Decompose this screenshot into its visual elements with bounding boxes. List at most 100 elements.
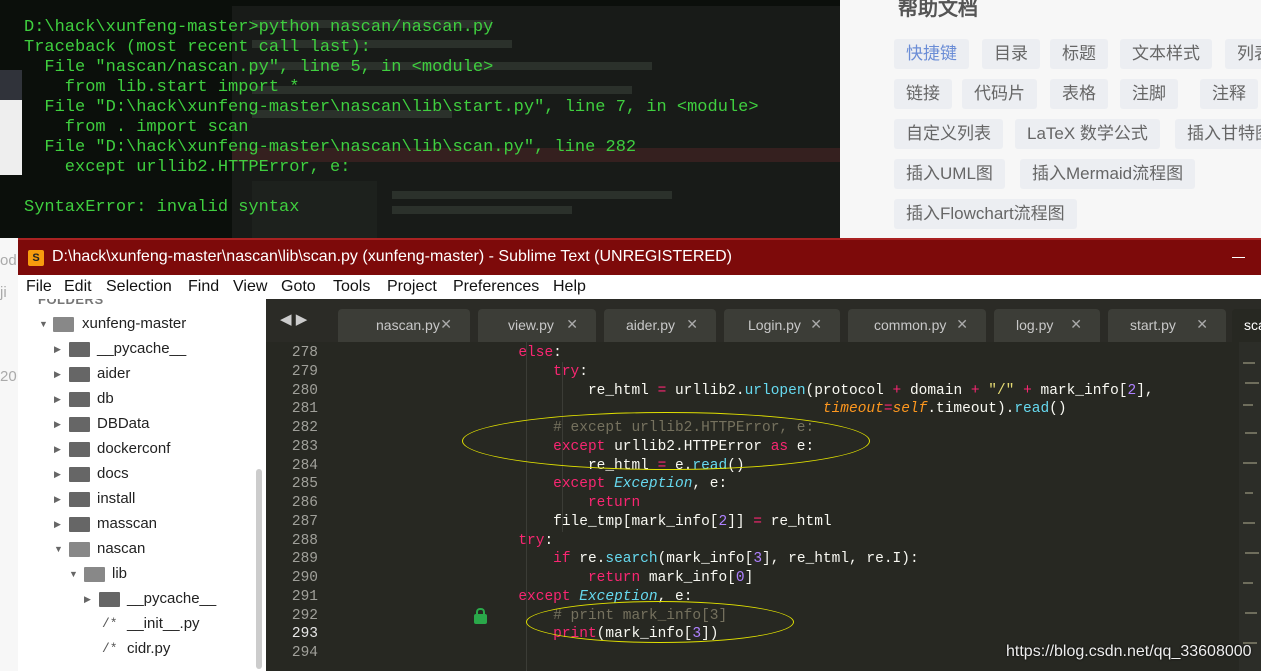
help-tag[interactable]: 链接 [894, 79, 952, 109]
menu-file[interactable]: File [26, 278, 52, 296]
collapsed-arrow-icon[interactable]: ▶ [54, 387, 64, 411]
tree-folder[interactable]: ▶ dockerconf [18, 437, 266, 461]
help-tag[interactable]: 插入UML图 [894, 159, 1005, 189]
tab[interactable]: nascan.py ✕ [338, 309, 470, 342]
tree-file[interactable]: /* cidr.py [18, 637, 266, 661]
help-tag[interactable]: 注脚 [1120, 79, 1178, 109]
code-line: else: [518, 345, 562, 361]
title-bar[interactable]: S D:\hack\xunfeng-master\nascan\lib\scan… [18, 238, 1261, 277]
folder-icon [69, 417, 90, 432]
collapsed-arrow-icon[interactable]: ▶ [54, 487, 64, 511]
collapsed-arrow-icon[interactable]: ▶ [54, 512, 64, 536]
line-number: 294 [291, 645, 318, 661]
help-tag[interactable]: 注释 [1200, 79, 1258, 109]
tab[interactable]: view.py ✕ [478, 309, 596, 342]
folder-icon [69, 492, 90, 507]
watermark-text: https://blog.csdn.net/qq_33608000 [1006, 643, 1252, 660]
help-tag[interactable]: 目录 [982, 39, 1040, 69]
menu-selection[interactable]: Selection [106, 278, 172, 296]
help-tag[interactable]: 自定义列表 [894, 119, 1003, 149]
tree-folder[interactable]: ▶ __pycache__ [18, 337, 266, 361]
tree-folder[interactable]: ▶ masscan [18, 512, 266, 536]
collapsed-arrow-icon[interactable]: ▶ [54, 362, 64, 386]
collapsed-arrow-icon[interactable]: ▶ [54, 462, 64, 486]
menu-find[interactable]: Find [188, 278, 219, 296]
help-tag[interactable]: 插入Mermaid流程图 [1020, 159, 1196, 189]
collapsed-arrow-icon[interactable]: ▶ [84, 587, 94, 611]
collapsed-arrow-icon[interactable]: ▶ [54, 337, 64, 361]
tree-folder[interactable]: ▶ __pycache__ [18, 587, 266, 611]
tree-folder[interactable]: ▶ docs [18, 462, 266, 486]
menu-help[interactable]: Help [553, 278, 586, 296]
folder-open-icon [84, 567, 105, 582]
menu-project[interactable]: Project [387, 278, 437, 296]
terminal-output: D:\hack\xunfeng-master>python nascan/nas… [24, 18, 759, 217]
code-line: file_tmp[mark_info[2]] = re_html [266, 514, 832, 530]
tab-bar: ◀ ▶ nascan.py ✕ view.py ✕ aider.py ✕ Login.… [266, 299, 1261, 342]
code-line: try: [518, 533, 554, 549]
menu-goto[interactable]: Goto [281, 278, 316, 296]
folder-icon [69, 442, 90, 457]
menu-view[interactable]: View [233, 278, 267, 296]
help-tag[interactable]: 标题 [1050, 39, 1108, 69]
tab-active[interactable]: sca [1232, 309, 1261, 342]
folder-open-icon [53, 317, 74, 332]
background-left-strip: od ji 20 [0, 238, 18, 671]
folder-open-icon [69, 542, 90, 557]
folder-icon [69, 517, 90, 532]
tree-folder[interactable]: ▼ nascan [18, 537, 266, 561]
expanded-arrow-icon[interactable]: ▼ [54, 537, 64, 561]
close-tab-icon[interactable]: ✕ [686, 316, 698, 333]
tab[interactable]: start.py ✕ [1108, 309, 1226, 342]
python-file-icon: /* [102, 641, 118, 656]
tree-folder[interactable]: ▶ install [18, 487, 266, 511]
tree-folder[interactable]: ▶ db [18, 387, 266, 411]
code-line: return mark_info[0] [587, 570, 754, 586]
code-line: try: [553, 364, 588, 380]
help-tag[interactable]: 列表 [1225, 39, 1261, 69]
close-tab-icon[interactable]: ✕ [566, 316, 578, 333]
tab[interactable]: common.py ✕ [848, 309, 986, 342]
tab[interactable]: aider.py ✕ [604, 309, 716, 342]
close-tab-icon[interactable]: ✕ [956, 316, 968, 333]
help-tag[interactable]: 代码片 [962, 79, 1037, 109]
close-tab-icon[interactable]: ✕ [440, 316, 452, 333]
code-line: except Exception, e: [553, 476, 728, 492]
menu-preferences[interactable]: Preferences [453, 278, 539, 296]
help-tag[interactable]: 插入甘特图 [1175, 119, 1261, 149]
tree-folder[interactable]: ▼ xunfeng-master [18, 312, 266, 336]
terminal-window: D:\hack\xunfeng-master>python nascan/nas… [0, 0, 840, 238]
help-tag[interactable]: LaTeX 数学公式 [1015, 119, 1160, 149]
help-tag[interactable]: 插入Flowchart流程图 [894, 199, 1077, 229]
close-tab-icon[interactable]: ✕ [1196, 316, 1208, 333]
expanded-arrow-icon[interactable]: ▼ [39, 312, 49, 336]
sidebar-scrollbar[interactable] [256, 469, 262, 669]
close-tab-icon[interactable]: ✕ [810, 316, 822, 333]
tab-nav-arrows-icon[interactable]: ◀ ▶ [280, 310, 307, 328]
minimap[interactable] [1239, 342, 1261, 671]
tab[interactable]: log.py ✕ [994, 309, 1100, 342]
collapsed-arrow-icon[interactable]: ▶ [54, 437, 64, 461]
tree-folder[interactable]: ▶ DBData [18, 412, 266, 436]
tree-folder[interactable]: ▼ lib [18, 562, 266, 586]
background-help-panel: 帮助文档 快捷键 目录 标题 文本样式 列表 链接 代码片 表格 注脚 注释 自… [840, 0, 1261, 240]
help-tag[interactable]: 文本样式 [1120, 39, 1212, 69]
folder-icon [69, 392, 90, 407]
sidebar-header: FOLDERS [38, 299, 104, 307]
help-tag[interactable]: 快捷键 [894, 39, 969, 69]
close-tab-icon[interactable]: ✕ [1070, 316, 1082, 333]
tab[interactable]: Login.py ✕ [724, 309, 840, 342]
help-tag[interactable]: 表格 [1050, 79, 1108, 109]
tree-file[interactable]: /* __init__.py [18, 612, 266, 636]
menu-edit[interactable]: Edit [64, 278, 92, 296]
minimize-icon[interactable] [1232, 257, 1245, 258]
collapsed-arrow-icon[interactable]: ▶ [54, 412, 64, 436]
code-line: re_html = urllib2.urlopen(protocol + dom… [266, 383, 1154, 399]
folder-icon [99, 592, 120, 607]
menu-tools[interactable]: Tools [333, 278, 370, 296]
sublime-icon: S [28, 250, 44, 266]
tree-folder[interactable]: ▶ aider [18, 362, 266, 386]
expanded-arrow-icon[interactable]: ▼ [69, 562, 79, 586]
menu-bar: File Edit Selection Find View Goto Tools… [18, 275, 1261, 299]
code-line: except Exception, e: [518, 589, 693, 605]
